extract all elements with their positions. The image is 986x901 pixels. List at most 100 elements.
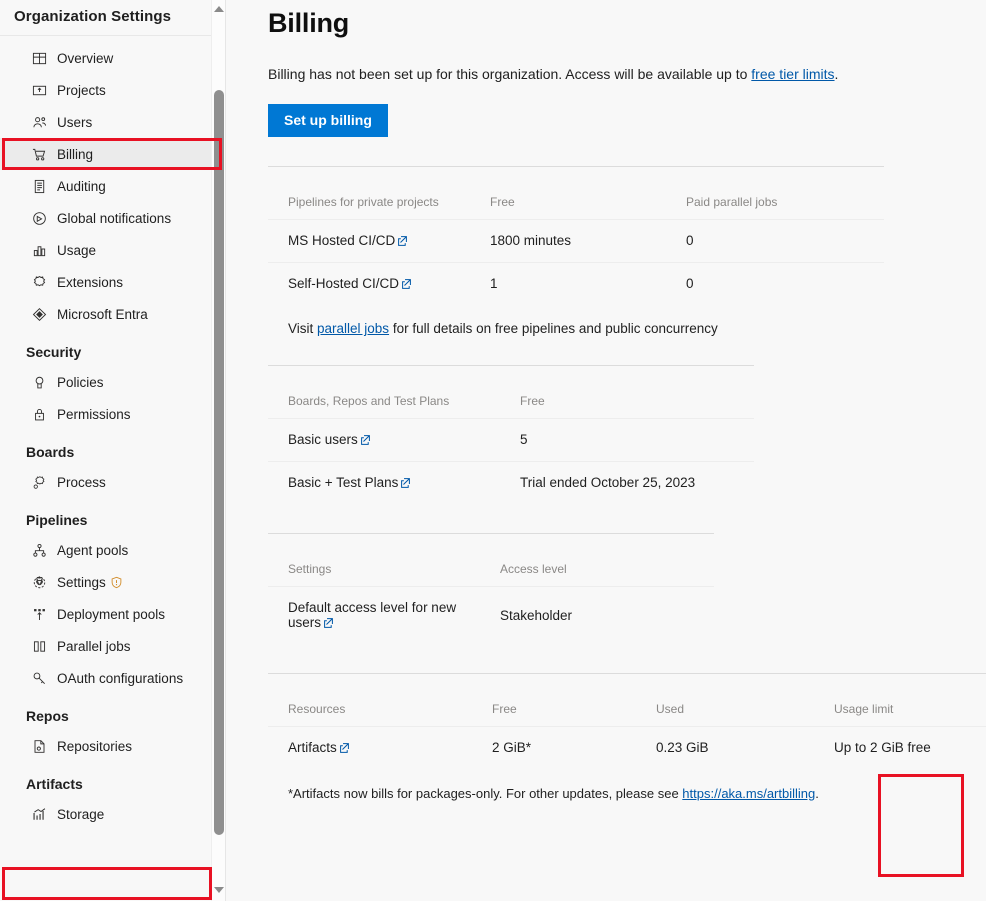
sidebar-item-global-notifications[interactable]: Global notifications (0, 202, 225, 234)
sidebar-item-users[interactable]: Users (0, 106, 225, 138)
table-cell: 1800 minutes (470, 219, 666, 263)
sidebar-title: Organization Settings (14, 8, 172, 25)
parallel-jobs-link[interactable]: parallel jobs (317, 321, 389, 336)
table-cell: 5 (500, 418, 754, 462)
sidebar-item-label: Extensions (57, 274, 124, 290)
process-icon (30, 474, 48, 490)
lock-icon (30, 406, 48, 422)
scroll-up-arrow-icon[interactable] (212, 2, 225, 16)
table-row: Default access level for new users Stake… (268, 587, 714, 645)
table-cell: Trial ended October 25, 2023 (520, 475, 696, 490)
pipelines-table: Pipelines for private projects Free Paid… (268, 187, 884, 305)
column-header: Pipelines for private projects (268, 187, 470, 220)
sidebar-item-settings[interactable]: Settings (0, 566, 225, 598)
cell-label: Self-Hosted CI/CD (288, 276, 400, 291)
table-header-row: Settings Access level (268, 554, 714, 587)
sidebar-item-storage[interactable]: Storage (0, 798, 225, 830)
sidebar-item-billing[interactable]: Billing (0, 138, 225, 170)
organization-settings-sidebar: Organization Settings Overview Projects Us… (0, 0, 226, 901)
project-icon (30, 82, 48, 98)
sidebar-item-usage[interactable]: Usage (0, 234, 225, 266)
sidebar-item-repositories[interactable]: Repositories (0, 730, 225, 762)
table-cell: 2 GiB* (492, 740, 532, 755)
sidebar-item-label: Settings (57, 574, 106, 590)
column-header-used: Used (636, 694, 814, 727)
sidebar-item-projects[interactable]: Projects (0, 74, 225, 106)
sidebar-item-label: Projects (57, 82, 106, 98)
sidebar-item-label: Auditing (57, 178, 106, 194)
bar-chart-icon (30, 242, 48, 258)
free-tier-limits-link[interactable]: free tier limits (751, 66, 834, 82)
table-cell: Self-Hosted CI/CD (268, 263, 470, 306)
sidebar-group-artifacts: Artifacts (26, 776, 83, 792)
external-link-icon[interactable] (339, 741, 350, 753)
deployment-pools-icon (30, 606, 48, 622)
note-text-before: Visit (288, 321, 318, 336)
artbilling-link[interactable]: https://aka.ms/artbilling (682, 786, 815, 801)
sidebar-item-process[interactable]: Process (0, 466, 225, 498)
section-divider-3 (268, 533, 714, 534)
people-icon (30, 114, 48, 130)
sidebar-group-pipelines: Pipelines (26, 512, 88, 528)
external-link-icon[interactable] (360, 433, 371, 445)
column-header: Settings (268, 554, 480, 587)
table-row: MS Hosted CI/CD 1800 minutes 0 (268, 219, 884, 263)
cell-label: Artifacts (288, 740, 337, 755)
sidebar-item-oauth-configurations[interactable]: OAuth configurations (0, 662, 225, 694)
intro-text-before: Billing has not been set up for this org… (268, 66, 752, 82)
table-cell: 0 (666, 219, 884, 263)
sidebar-item-extensions[interactable]: Extensions (0, 266, 225, 298)
entra-icon (30, 306, 48, 322)
external-link-icon[interactable] (400, 476, 411, 488)
billing-main-content: Billing Billing has not been set up for … (226, 0, 986, 901)
page-title: Billing (268, 8, 350, 38)
footnote-text-before: *Artifacts now bills for packages-only. … (288, 786, 683, 801)
section-divider-1 (268, 166, 884, 167)
sidebar-item-auditing[interactable]: Auditing (0, 170, 225, 202)
cell-label: MS Hosted CI/CD (288, 233, 396, 248)
storage-chart-icon (30, 806, 48, 822)
table-cell: 0 (686, 276, 694, 291)
sidebar-item-label: Process (57, 474, 106, 490)
sidebar-item-policies[interactable]: Policies (0, 366, 225, 398)
sidebar-item-deployment-pools[interactable]: Deployment pools (0, 598, 225, 630)
sidebar-item-microsoft-entra[interactable]: Microsoft Entra (0, 298, 225, 330)
column-header: Boards, Repos and Test Plans (268, 386, 500, 419)
sidebar-item-overview[interactable]: Overview (0, 42, 225, 74)
sidebar-item-permissions[interactable]: Permissions (0, 398, 225, 430)
external-link-icon[interactable] (397, 234, 408, 246)
sidebar-group-boards: Boards (26, 444, 75, 460)
artifacts-footnote: *Artifacts now bills for packages-only. … (268, 786, 986, 801)
table-row: Self-Hosted CI/CD 1 0 (268, 263, 884, 306)
sidebar-item-label: Permissions (57, 406, 131, 422)
sidebar-item-label: Overview (57, 50, 114, 66)
resources-table: Resources Free Used Usage limit Artifact… (268, 694, 986, 769)
sidebar-item-parallel-jobs[interactable]: Parallel jobs (0, 630, 225, 662)
parallel-jobs-icon (30, 638, 48, 654)
sidebar-scrollbar[interactable] (211, 0, 225, 901)
table-cell: Stakeholder (500, 607, 573, 623)
table-header-row: Resources Free Used Usage limit (268, 694, 986, 727)
table-cell: 1 (490, 276, 498, 291)
extensions-icon (30, 274, 48, 290)
sidebar-item-agent-pools[interactable]: Agent pools (0, 534, 225, 566)
table-row: Artifacts 2 GiB* 0.23 GiB Up to 2 GiB fr… (268, 727, 986, 770)
section-divider-4 (268, 673, 986, 674)
scroll-down-arrow-icon[interactable] (212, 883, 225, 897)
set-up-billing-button[interactable]: Set up billing (268, 104, 388, 137)
cell-label: Default access level for new users (288, 600, 457, 630)
footnote-text-after: . (815, 786, 819, 801)
agent-pools-icon (30, 542, 48, 558)
app-root: Organization Settings Overview Projects Us… (0, 0, 986, 901)
table-row: Basic users 5 (268, 418, 754, 462)
sidebar-item-label: Users (57, 114, 93, 130)
table-cell: Basic users (268, 418, 500, 462)
external-link-icon[interactable] (323, 616, 334, 628)
column-header: Usage limit (814, 694, 986, 727)
policy-icon (30, 374, 48, 390)
gear-icon (30, 574, 48, 590)
sidebar-item-label: OAuth configurations (57, 670, 184, 686)
external-link-icon[interactable] (401, 277, 412, 289)
sidebar-item-label: Policies (57, 374, 104, 390)
scrollbar-thumb[interactable] (214, 90, 224, 835)
